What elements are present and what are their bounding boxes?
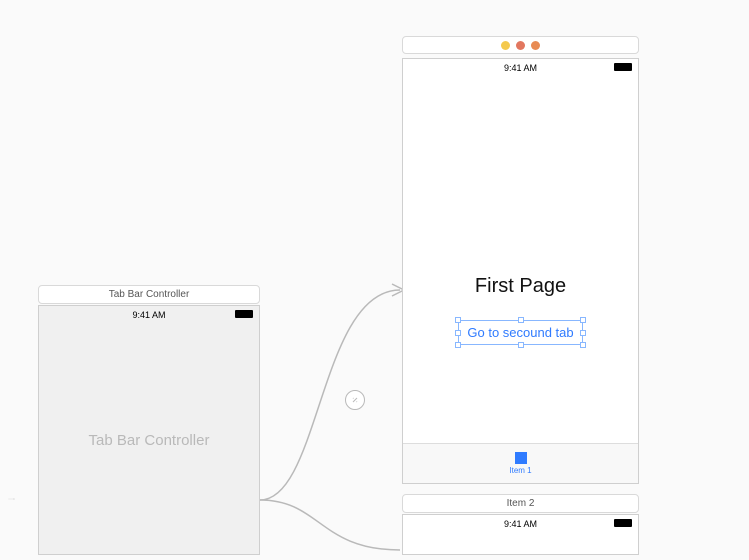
status-bar: 9:41 AM (403, 515, 638, 533)
scene-item2[interactable]: 9:41 AM (402, 514, 639, 555)
scene-label-tabbarcontroller[interactable]: Tab Bar Controller (38, 285, 260, 304)
status-time: 9:41 AM (504, 63, 537, 73)
build-dot[interactable] (531, 41, 540, 50)
selection-handle[interactable] (580, 330, 586, 336)
warning-dot[interactable] (501, 41, 510, 50)
scene-tabbarcontroller[interactable]: 9:41 AM Tab Bar Controller (38, 305, 260, 555)
placeholder-label: Tab Bar Controller (89, 432, 210, 449)
error-dot[interactable] (516, 41, 525, 50)
selection-handle[interactable] (580, 342, 586, 348)
go-to-second-tab-button[interactable]: Go to secound tab (458, 320, 582, 345)
tab-bar[interactable]: Item 1 (403, 443, 638, 483)
tab-item-label[interactable]: Item 1 (509, 466, 531, 475)
scene-label-item2[interactable]: Item 2 (402, 494, 639, 513)
status-bar: 9:41 AM (403, 59, 638, 77)
selection-handle[interactable] (455, 330, 461, 336)
page-title-label[interactable]: First Page (475, 275, 566, 298)
selection-handle[interactable] (580, 317, 586, 323)
battery-icon (614, 63, 632, 71)
scene-first-page[interactable]: 9:41 AM First Page Go to secound tab Ite… (402, 58, 639, 484)
selection-handle[interactable] (455, 342, 461, 348)
entry-point-arrow (0, 498, 34, 500)
view-content[interactable]: First Page Go to secound tab (403, 77, 638, 443)
status-time: 9:41 AM (504, 519, 537, 529)
status-bar: 9:41 AM (39, 306, 259, 324)
button-text: Go to secound tab (467, 325, 573, 340)
status-time: 9:41 AM (132, 310, 165, 320)
segue-node-icon[interactable] (345, 390, 365, 410)
selection-handle[interactable] (518, 342, 524, 348)
selection-handle[interactable] (518, 317, 524, 323)
battery-icon (614, 519, 632, 527)
selection-handle[interactable] (455, 317, 461, 323)
segue-lower (260, 500, 420, 560)
battery-icon (235, 310, 253, 318)
storyboard-canvas[interactable]: Tab Bar Controller 9:41 AM Tab Bar Contr… (0, 0, 749, 555)
scene-header-dots[interactable] (402, 36, 639, 54)
tab-item-icon[interactable] (515, 452, 527, 464)
